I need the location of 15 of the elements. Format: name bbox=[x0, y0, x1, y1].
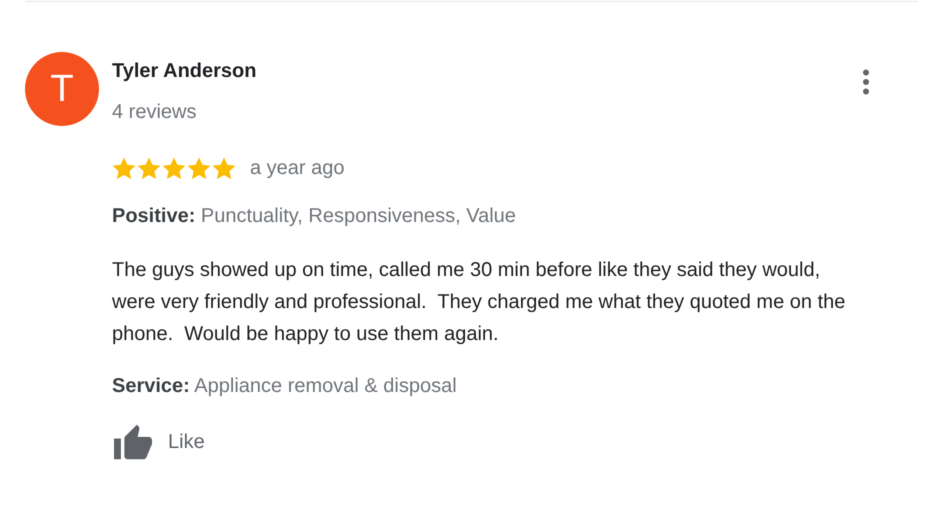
review-text: The guys showed up on time, called me 30 min before like they said they would, were very friendly and professional. They charged me what they quoted me on the phone. Would be happy to use them again. bbox=[112, 258, 846, 347]
more-options-icon[interactable] bbox=[862, 69, 870, 95]
service-info: Service: Appliance removal & disposal bbox=[112, 375, 458, 398]
like-button[interactable]: Like bbox=[112, 423, 205, 461]
star-icon bbox=[112, 157, 136, 180]
avatar: T bbox=[25, 52, 99, 126]
review-count: 4 reviews bbox=[112, 101, 198, 124]
star-icon bbox=[212, 157, 236, 180]
positive-tags: Positive: Punctuality, Responsiveness, Value bbox=[112, 205, 872, 228]
reviewer-name[interactable]: Tyler Anderson bbox=[112, 60, 256, 83]
review-date: a year ago bbox=[250, 157, 345, 180]
star-icon bbox=[137, 157, 161, 180]
thumbs-up-icon bbox=[112, 423, 154, 461]
star-icon bbox=[187, 157, 211, 180]
star-icon bbox=[162, 157, 186, 180]
